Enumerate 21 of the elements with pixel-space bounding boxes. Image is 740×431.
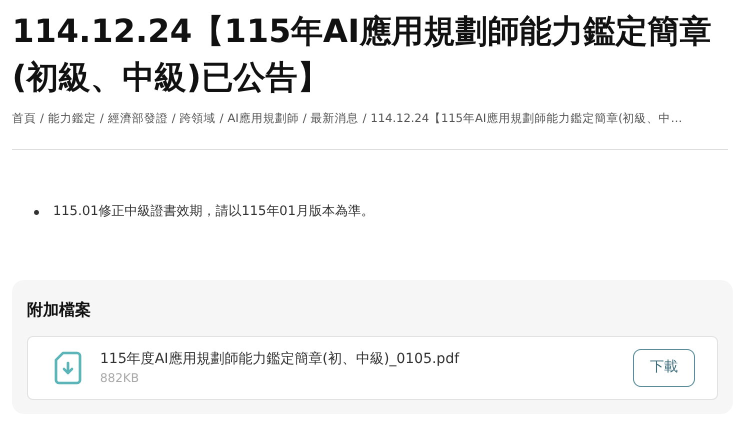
breadcrumb-link[interactable]: 經濟部發證 xyxy=(108,110,168,128)
breadcrumb-link[interactable]: AI應用規劃師 xyxy=(228,110,299,128)
breadcrumb-link[interactable]: 最新消息 xyxy=(310,110,359,128)
breadcrumb-separator: / xyxy=(100,110,104,127)
breadcrumb-separator: / xyxy=(40,110,44,127)
breadcrumb-separator: / xyxy=(302,110,307,127)
section-heading: 附加檔案 xyxy=(27,298,92,321)
file-name[interactable]: 115年度AI應用規劃師能力鑑定簡章(初、中級)_0105.pdf xyxy=(100,348,633,369)
download-file-icon xyxy=(54,350,82,385)
breadcrumb-separator: / xyxy=(220,110,224,127)
breadcrumb-separator: / xyxy=(362,110,367,127)
breadcrumb-link[interactable]: 跨領域 xyxy=(180,110,216,128)
bullet-icon xyxy=(34,210,39,214)
file-size: 882KB xyxy=(100,370,140,387)
download-button[interactable]: 下載 xyxy=(633,348,695,387)
bullet-text: 115.01修正中級證書效期，請以115年01月版本為準。 xyxy=(53,203,374,222)
breadcrumb-link[interactable]: 首頁 xyxy=(12,110,36,128)
page-title: 114.12.24【115年AI應用規劃師能力鑑定簡章(初級、中級)已公告】 xyxy=(12,11,713,98)
breadcrumb-separator: / xyxy=(172,110,176,127)
breadcrumb-link[interactable]: 114.12.24【115年AI應用規劃師能力鑑定簡章(初級、中… xyxy=(370,110,682,128)
breadcrumb-link[interactable]: 能力鑑定 xyxy=(48,110,96,128)
